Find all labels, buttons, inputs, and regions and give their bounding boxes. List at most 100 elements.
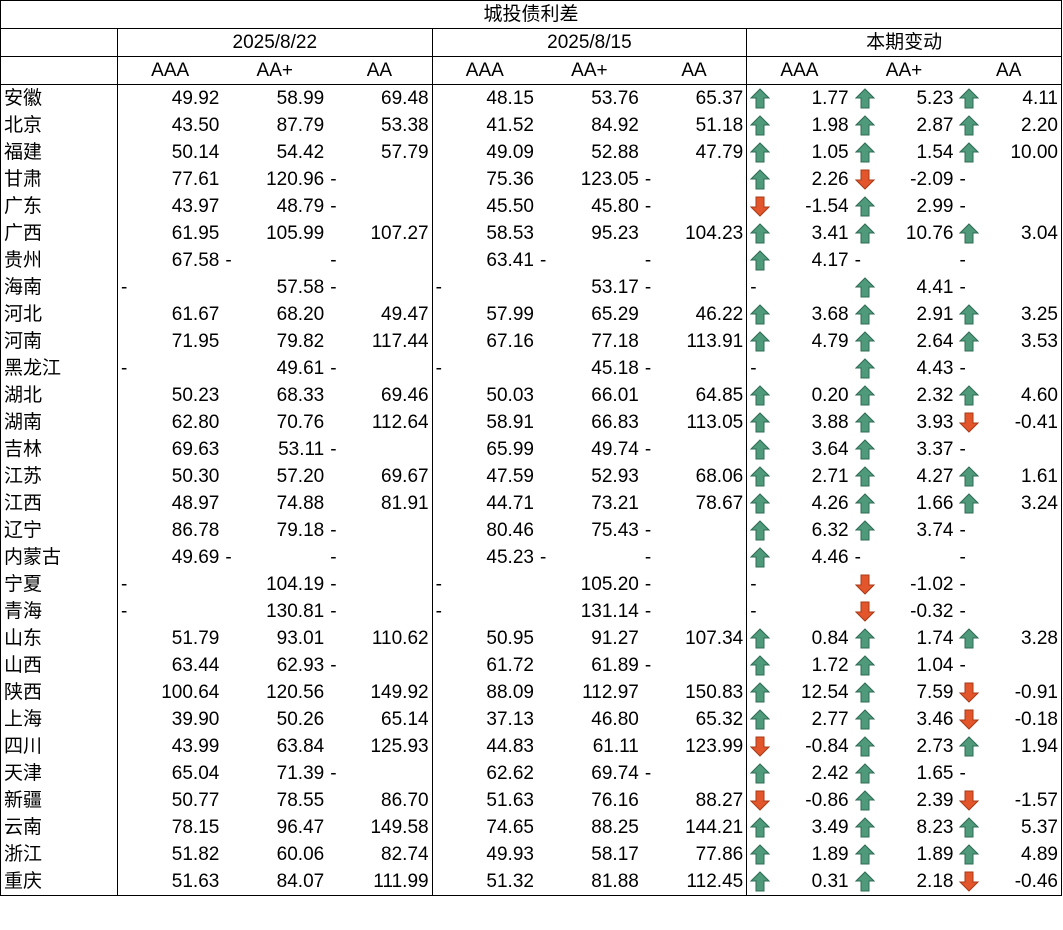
change-cell: -1.54	[746, 193, 852, 220]
date-header-current: 2025/8/22	[116, 28, 433, 57]
table-row: 上海 39.90 50.26 65.14 37.13 46.80 65.32 2.77 3.46…	[0, 706, 1063, 733]
current-spread-cell: 96.47	[276, 817, 325, 838]
current-spread-cell: 50.14	[116, 139, 223, 166]
current-spread-cell: 62.80	[116, 409, 223, 436]
previous-spread-cell: 51.63	[431, 787, 537, 814]
table-row: 广东 43.97 48.79-45.50 45.80- -1.54 2.99-	[0, 193, 1063, 220]
current-spread-cell: 63.44	[116, 652, 223, 679]
arrow-up-icon	[750, 412, 771, 433]
previous-spread-cell: 112.45	[641, 868, 748, 896]
change-cell: 4.46	[746, 544, 852, 571]
previous-spread-cell: -	[641, 544, 748, 571]
current-spread-cell: 149.92	[327, 679, 433, 706]
current-spread-cell: 57.58	[276, 277, 325, 298]
previous-spread-cell: 112.97	[582, 682, 639, 703]
table-row: 广西 61.95 105.99 107.27 58.53 95.23 104.23 3.41 1…	[0, 220, 1063, 247]
previous-spread-cell: 113.05	[641, 409, 748, 436]
table-row: 河北 61.67 68.20 49.47 57.99 65.29 46.22 3.68 2.91…	[0, 301, 1063, 328]
change-cell: 2.99	[852, 193, 957, 220]
previous-spread-cell: 45.80	[591, 196, 639, 217]
arrow-up-icon	[854, 844, 875, 865]
change-cell: 4.43	[852, 355, 957, 382]
province-name: 云南	[0, 814, 118, 841]
province-name: 甘肃	[0, 166, 118, 193]
change-cell: 1.54	[852, 139, 957, 166]
arrow-up-icon	[854, 88, 875, 109]
current-spread-cell: 57.79	[327, 139, 433, 166]
previous-spread-cell: 57.99	[431, 301, 537, 328]
previous-spread-cell: -	[641, 652, 748, 679]
arrow-up-icon	[854, 412, 875, 433]
table-row: 青海 -130.81- -131.14- - -0.32-	[0, 598, 1063, 625]
change-cell: -0.84	[746, 733, 852, 760]
previous-spread-cell: 107.34	[641, 625, 748, 652]
change-cell: -	[746, 274, 852, 301]
province-name: 黑龙江	[0, 355, 118, 382]
current-spread-cell: 81.91	[327, 490, 433, 517]
province-name: 湖南	[0, 409, 118, 436]
current-spread-cell: 62.93	[276, 655, 325, 676]
previous-spread-cell: 78.67	[641, 490, 748, 517]
rating-header-chg-aaa: AAA	[746, 56, 852, 85]
previous-spread-cell: 76.16	[591, 790, 639, 811]
arrow-up-icon	[750, 439, 771, 460]
previous-spread-cell: 53.76	[591, 88, 639, 109]
province-name: 宁夏	[0, 571, 118, 598]
previous-spread-cell: -	[641, 355, 748, 382]
previous-spread-cell: -	[431, 355, 537, 382]
change-value: -	[959, 520, 966, 541]
current-spread-cell: 65.04	[116, 760, 223, 787]
arrow-up-icon	[750, 250, 771, 271]
change-cell: 1.04	[852, 652, 957, 679]
previous-spread-cell: 65.37	[641, 84, 748, 112]
table-row: 海南 -57.58- -53.17- -4.41-	[0, 274, 1063, 301]
arrow-down-icon	[959, 412, 980, 433]
current-spread-cell: 61.67	[116, 301, 223, 328]
current-spread-cell: -	[327, 760, 433, 787]
previous-spread-cell: 66.83	[591, 412, 639, 433]
arrow-up-icon	[959, 844, 980, 865]
province-name: 安徽	[0, 84, 118, 112]
current-spread-cell: -	[327, 166, 433, 193]
current-spread-cell: 105.99	[266, 223, 325, 244]
current-spread-cell: 117.44	[327, 328, 433, 355]
arrow-up-icon	[750, 520, 771, 541]
current-spread-cell: 69.63	[116, 436, 223, 463]
current-spread-cell: 120.56	[266, 682, 325, 703]
change-cell: 1.77	[746, 84, 852, 112]
previous-spread-cell: 49.93	[431, 841, 537, 868]
arrow-down-icon	[959, 871, 980, 892]
rating-header-cur-aaplus: AA+	[222, 56, 328, 85]
arrow-up-icon	[750, 466, 771, 487]
province-name: 内蒙古	[0, 544, 118, 571]
province-name: 四川	[0, 733, 118, 760]
current-spread-cell: -	[327, 517, 433, 544]
change-cell: 4.27	[852, 463, 957, 490]
current-spread-cell: 51.63	[116, 868, 223, 896]
change-cell: 2.91	[852, 301, 957, 328]
previous-spread-cell: -	[641, 436, 748, 463]
change-cell: 2.32	[852, 382, 957, 409]
change-value: -	[959, 763, 966, 784]
previous-spread-cell: 47.59	[431, 463, 537, 490]
current-spread-cell: 100.64	[116, 679, 223, 706]
previous-spread-cell: -	[539, 547, 547, 568]
province-name: 天津	[0, 760, 118, 787]
table-row: 江苏 50.30 57.20 69.67 47.59 52.93 68.06 2.71 4.27…	[0, 463, 1063, 490]
change-value: -	[854, 250, 861, 271]
change-value: -	[959, 250, 966, 271]
change-cell: -	[956, 355, 1063, 382]
current-spread-cell: 49.69	[116, 544, 223, 571]
table-row: 黑龙江 -49.61- -45.18- -4.43-	[0, 355, 1063, 382]
previous-spread-cell: 68.06	[641, 463, 748, 490]
change-cell: 5.23	[852, 85, 957, 113]
previous-spread-cell: 48.15	[431, 84, 537, 112]
change-cell: 1.74	[852, 625, 957, 652]
change-cell: 1.89	[746, 841, 852, 868]
table-row: 宁夏 -104.19- -105.20- - -1.02-	[0, 571, 1063, 598]
province-name: 浙江	[0, 841, 118, 868]
previous-spread-cell: 88.25	[591, 817, 639, 838]
current-spread-cell: 51.82	[116, 841, 223, 868]
current-spread-cell: 71.39	[276, 763, 325, 784]
arrow-up-icon	[854, 763, 875, 784]
